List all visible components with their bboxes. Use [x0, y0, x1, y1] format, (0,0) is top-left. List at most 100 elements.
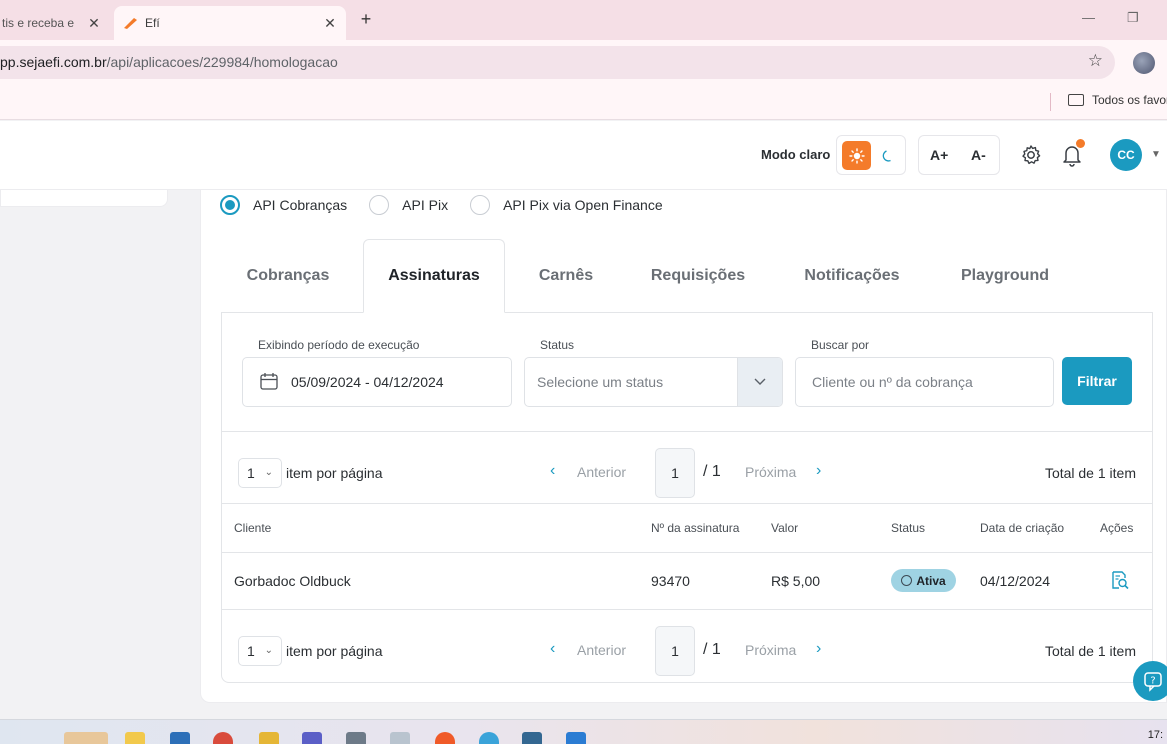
bookmark-star-icon[interactable]: ☆: [1088, 51, 1103, 71]
close-tab-icon[interactable]: ✕: [86, 15, 102, 32]
clock-icon: [901, 575, 913, 586]
per-page-select[interactable]: 1 ⌄: [238, 636, 282, 666]
browser-profile-avatar[interactable]: [1133, 52, 1155, 74]
column-header-status: Status: [891, 521, 926, 535]
date-range-value: 05/09/2024 - 04/12/2024: [291, 374, 444, 390]
url-input[interactable]: pp.sejaefi.com.br/api/aplicacoes/229984/…: [0, 46, 1115, 79]
widgets-icon[interactable]: [64, 732, 108, 744]
previous-page-button[interactable]: Anterior: [577, 464, 626, 480]
current-page-input[interactable]: 1: [655, 448, 695, 498]
url-path: /api/aplicacoes/229984/homologacao: [106, 54, 338, 70]
chevron-left-icon[interactable]: ‹: [550, 640, 555, 658]
app-icon[interactable]: [566, 732, 586, 744]
browser-tab-active[interactable]: Efí ✕: [114, 6, 346, 40]
radio-api-pix-open-finance[interactable]: API Pix via Open Finance: [470, 195, 663, 215]
tab-notificacoes[interactable]: Notificações: [781, 239, 923, 313]
next-page-button[interactable]: Próxima: [745, 642, 796, 658]
search-input-placeholder: Cliente ou nº da cobrança: [812, 374, 973, 390]
radio-label: API Cobranças: [253, 197, 348, 213]
chrome-icon[interactable]: [213, 732, 233, 744]
radio-button[interactable]: [369, 195, 390, 215]
current-page-input[interactable]: 1: [655, 626, 695, 676]
search-input[interactable]: Cliente ou nº da cobrança: [795, 357, 1054, 407]
radio-api-pix[interactable]: API Pix: [369, 195, 448, 215]
row-cliente: Gorbadoc Oldbuck: [234, 573, 351, 589]
tab-assinaturas[interactable]: Assinaturas: [363, 239, 505, 313]
app-icon[interactable]: [259, 732, 279, 744]
per-page-select[interactable]: 1 ⌄: [238, 458, 282, 488]
radio-label: API Pix: [402, 197, 449, 213]
system-clock: 17:: [1147, 729, 1163, 741]
settings-app-icon[interactable]: [390, 732, 410, 744]
column-header-data: Data de criação: [980, 521, 1065, 535]
page-count: / 1: [703, 641, 721, 658]
app-icon[interactable]: [346, 732, 366, 744]
decrease-font-button[interactable]: A-: [971, 147, 986, 163]
radio-button[interactable]: [220, 195, 240, 215]
sidebar-panel: [0, 190, 168, 207]
api-selector: API Cobranças API Pix API Pix via Open F…: [220, 193, 685, 217]
status-select[interactable]: Selecione um status: [524, 357, 783, 407]
chevron-down-icon: ⌄: [264, 645, 273, 656]
file-explorer-icon[interactable]: [125, 732, 145, 744]
git-icon[interactable]: [435, 732, 455, 744]
help-chat-icon: ?: [1144, 672, 1162, 692]
user-avatar[interactable]: CC: [1110, 139, 1142, 171]
status-badge: Ativa: [891, 569, 956, 592]
help-chat-button[interactable]: ?: [1133, 661, 1167, 701]
tab-playground[interactable]: Playground: [941, 239, 1069, 313]
theme-toggle: [836, 135, 906, 175]
pagination-bottom: 1 ⌄ item por página ‹ Anterior 1 / 1 Pró…: [222, 626, 1152, 676]
per-page-value: 1: [247, 643, 255, 659]
browser-icon[interactable]: [479, 732, 499, 744]
close-tab-icon[interactable]: ✕: [322, 15, 338, 32]
row-valor: R$ 5,00: [771, 573, 821, 589]
period-label: Exibindo período de execução: [258, 338, 420, 352]
radio-api-cobrancas[interactable]: API Cobranças: [220, 195, 347, 215]
tab-title: tis e receba e: [2, 16, 75, 30]
chevron-down-icon[interactable]: [737, 358, 782, 406]
chevron-right-icon[interactable]: ›: [816, 640, 821, 658]
browser-tab-inactive[interactable]: tis e receba e ✕: [0, 6, 110, 40]
tab-cobrancas[interactable]: Cobranças: [221, 239, 355, 313]
column-header-cliente: Cliente: [234, 521, 272, 535]
chevron-left-icon[interactable]: ‹: [550, 462, 555, 480]
url-host: pp.sejaefi.com.br: [0, 54, 107, 70]
efi-logo-icon: [122, 16, 138, 30]
teams-icon[interactable]: [302, 732, 322, 744]
tab-title: Efí: [145, 16, 160, 30]
svg-text:?: ?: [1150, 676, 1155, 687]
app-icon[interactable]: [170, 732, 190, 744]
settings-gear-icon[interactable]: [1020, 144, 1042, 171]
divider: [222, 503, 1152, 504]
theme-mode-label: Modo claro: [761, 147, 831, 162]
per-page-label: item por página: [286, 643, 383, 659]
all-bookmarks-folder[interactable]: Todos os favor: [1068, 93, 1167, 107]
next-page-button[interactable]: Próxima: [745, 464, 796, 480]
database-icon[interactable]: [522, 732, 542, 744]
new-tab-button[interactable]: +: [356, 9, 376, 30]
date-range-picker[interactable]: 05/09/2024 - 04/12/2024: [242, 357, 512, 407]
status-select-placeholder: Selecione um status: [537, 374, 664, 390]
restore-icon[interactable]: ❐: [1127, 10, 1139, 26]
chevron-down-icon: ⌄: [264, 467, 273, 478]
tab-carnes[interactable]: Carnês: [511, 239, 621, 313]
dark-mode-moon-icon[interactable]: [877, 141, 899, 170]
per-page-value: 1: [247, 465, 255, 481]
increase-font-button[interactable]: A+: [930, 147, 948, 163]
divider: [222, 431, 1152, 432]
previous-page-button[interactable]: Anterior: [577, 642, 626, 658]
per-page-label: item por página: [286, 465, 383, 481]
divider: [222, 552, 1152, 553]
filter-button[interactable]: Filtrar: [1062, 357, 1132, 405]
radio-label: API Pix via Open Finance: [503, 197, 663, 213]
tab-requisicoes[interactable]: Requisições: [631, 239, 765, 313]
minimize-icon[interactable]: —: [1082, 10, 1095, 25]
chevron-down-icon[interactable]: ▼: [1151, 149, 1161, 160]
chevron-right-icon[interactable]: ›: [816, 462, 821, 480]
view-details-icon[interactable]: [1110, 570, 1130, 595]
light-mode-sun-icon[interactable]: [842, 141, 871, 170]
section-tabs: Cobranças Assinaturas Carnês Requisições…: [221, 239, 1153, 313]
total-items: Total de 1 item: [1044, 643, 1136, 659]
radio-button[interactable]: [470, 195, 491, 215]
